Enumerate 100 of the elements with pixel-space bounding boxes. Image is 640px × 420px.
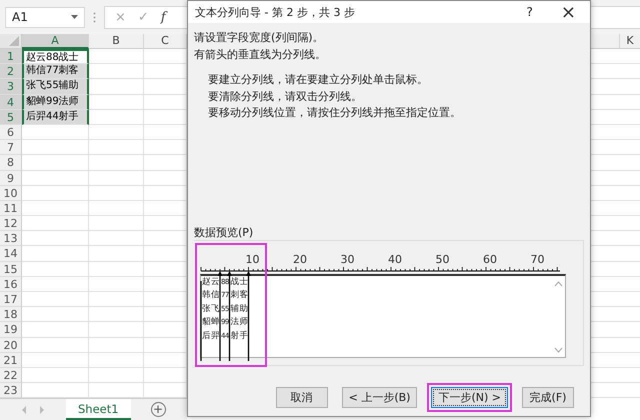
table-cell	[89, 231, 144, 246]
scroll-arrows-icon[interactable]	[554, 280, 563, 354]
preview-field: 射手	[230, 330, 248, 340]
preview-field: 韩信	[202, 290, 220, 300]
window-title: 文本分列向导 - 第 2 步，共 3 步	[195, 4, 356, 20]
row-header[interactable]: 8	[0, 155, 22, 170]
row-header[interactable]: 4	[0, 94, 22, 110]
table-cell	[89, 79, 144, 95]
table-cell	[89, 49, 144, 64]
row-header[interactable]: 13	[0, 231, 22, 246]
table-cell	[89, 262, 144, 277]
table-cell	[89, 110, 144, 125]
table-cell	[22, 186, 89, 201]
table-cell	[22, 124, 89, 140]
row-header[interactable]: 17	[0, 292, 22, 308]
row-header[interactable]: 20	[0, 338, 22, 353]
table-cell	[89, 276, 144, 292]
table-cell	[22, 170, 89, 186]
table-cell	[89, 94, 144, 110]
row-header[interactable]: 18	[0, 307, 22, 322]
table-cell	[22, 246, 89, 262]
dialog-button[interactable]: 完成(F)	[522, 386, 574, 408]
row-header[interactable]: 23	[0, 383, 22, 398]
add-sheet-button[interactable]: +	[150, 402, 166, 418]
dialog-button[interactable]: < 上一步(B)	[342, 386, 418, 408]
sheet-nav-icon[interactable]	[20, 406, 46, 414]
table-cell	[22, 292, 89, 308]
table-cell: 貂蝉99法师	[22, 94, 89, 110]
table-cell	[22, 216, 89, 232]
table-cell	[89, 352, 144, 368]
instruction-text: 要清除分列线，请双击分列线。	[208, 88, 363, 104]
triangle-icon	[9, 36, 19, 46]
row-header[interactable]: 6	[0, 124, 22, 140]
row-header[interactable]: 15	[0, 262, 22, 277]
preview-field: 辅助	[230, 304, 248, 314]
table-cell	[89, 246, 144, 262]
preview-field: 后羿	[202, 330, 220, 340]
table-cell	[89, 64, 144, 80]
preview-field: 张飞	[202, 304, 220, 314]
row-header[interactable]: 11	[0, 200, 22, 216]
table-cell	[22, 231, 89, 246]
formula-bar[interactable]	[591, 6, 640, 28]
dialog-button[interactable]: 下一步(N) >	[431, 386, 508, 408]
row-header[interactable]: 2	[0, 64, 22, 80]
table-cell	[22, 352, 89, 368]
row-header[interactable]: 16	[0, 276, 22, 292]
row-header[interactable]: 19	[0, 322, 22, 338]
dialog-button[interactable]: 取消	[276, 386, 328, 408]
table-cell	[22, 307, 89, 322]
preview-field: 战士	[230, 276, 248, 286]
table-cell	[89, 307, 144, 322]
column-header[interactable]: B	[89, 34, 144, 49]
row-header[interactable]: 1	[0, 49, 22, 64]
table-cell	[22, 368, 89, 384]
row-header[interactable]: 14	[0, 246, 22, 262]
table-cell: 后羿44射手	[22, 110, 89, 125]
table-cell	[22, 200, 89, 216]
name-box[interactable]: A1	[5, 6, 85, 28]
row-header[interactable]: 10	[0, 186, 22, 201]
row-header[interactable]: 3	[0, 79, 22, 95]
column-ruler[interactable]: 10 20 30 40 50 60 70	[200, 250, 560, 274]
preview-field: 法师	[230, 317, 248, 327]
help-button[interactable]: ?	[526, 5, 533, 19]
preview-field: 刺客	[230, 290, 248, 300]
row-header[interactable]: 9	[0, 170, 22, 186]
formula-button[interactable]: f	[160, 10, 166, 24]
preview-field: 貂蝉	[202, 317, 220, 327]
table-cell	[89, 338, 144, 353]
column-header[interactable]: K	[619, 34, 640, 48]
table-cell	[22, 262, 89, 277]
select-all-corner[interactable]	[0, 34, 22, 49]
row-header[interactable]: 5	[0, 110, 22, 125]
row-header[interactable]: 12	[0, 216, 22, 232]
formula-bar[interactable]: × ✓ f	[104, 6, 187, 28]
row-header[interactable]: 7	[0, 140, 22, 156]
table-cell	[89, 216, 144, 232]
table-cell: 韩信77刺客	[22, 64, 89, 80]
row-header[interactable]: 22	[0, 368, 22, 384]
column-header[interactable]: A	[22, 34, 89, 49]
grip-icon	[93, 12, 96, 22]
instruction-text: 请设置字段宽度(列间隔)。	[194, 30, 325, 46]
instruction-text: 要建立分列线，请在要建立分列处单击鼠标。	[208, 72, 429, 88]
row-header[interactable]: 21	[0, 352, 22, 368]
table-cell	[89, 322, 144, 338]
table-cell	[22, 140, 89, 156]
table-cell	[89, 186, 144, 201]
table-cell	[22, 338, 89, 353]
instruction-text: 要移动分列线位置，请按住分列线并拖至指定位置。	[208, 105, 462, 121]
table-cell: 张飞55辅助	[22, 79, 89, 95]
table-cell	[22, 322, 89, 338]
caret-icon	[71, 15, 78, 19]
close-button[interactable]: ×	[560, 2, 576, 22]
table-cell	[89, 170, 144, 186]
table-cell	[89, 292, 144, 308]
table-cell	[89, 140, 144, 156]
table-cell	[89, 155, 144, 170]
preview-label: 数据预览(P)	[194, 226, 254, 240]
column-header[interactable]: C	[144, 34, 187, 49]
sheet-tab[interactable]: Sheet1	[66, 399, 131, 420]
preview-field: 赵云	[202, 276, 220, 286]
